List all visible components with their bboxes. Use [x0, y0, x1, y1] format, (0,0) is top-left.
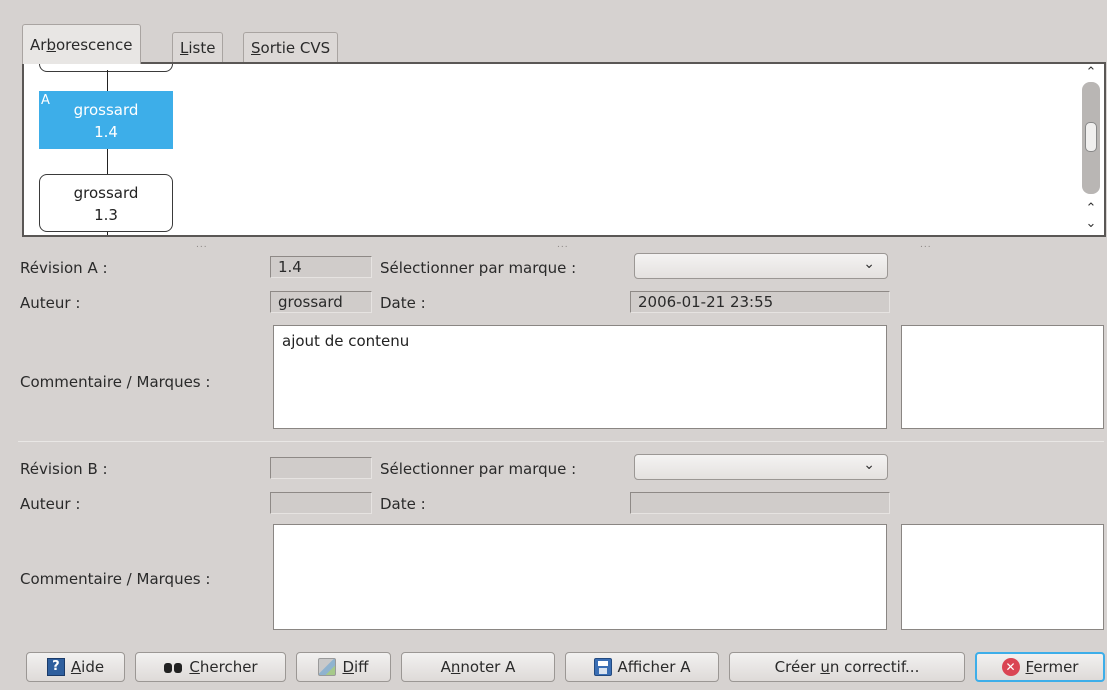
create-patch-button[interactable]: Créer un correctif... [729, 652, 965, 682]
button-label: Annoter A [440, 658, 516, 676]
date-b-label: Date : [380, 495, 426, 513]
author-a-field: grossard [270, 291, 372, 313]
date-b-field [630, 492, 890, 514]
comment-a-label: Commentaire / Marques : [20, 373, 211, 391]
button-label: Chercher [189, 658, 258, 676]
view-button[interactable]: Afficher A [565, 652, 719, 682]
close-button[interactable]: ✕ Fermer [975, 652, 1105, 682]
node-revision: 1.3 [94, 206, 118, 224]
tab-label-mnemonic: S [251, 39, 261, 57]
author-a-label: Auteur : [20, 294, 81, 312]
tab-label-post: orescence [55, 36, 133, 54]
button-label: Diff [342, 658, 369, 676]
comment-b-textarea[interactable] [273, 524, 887, 630]
select-tag-a-label: Sélectionner par marque : [380, 259, 577, 277]
splitter-handle[interactable]: ... [557, 240, 569, 250]
scrollbar-thumb[interactable] [1085, 122, 1097, 152]
diff-button[interactable]: Diff [296, 652, 391, 682]
save-icon [593, 658, 612, 676]
splitter-handle[interactable]: ... [920, 240, 932, 250]
revision-a-field: 1.4 [270, 256, 372, 278]
scroll-up-arrow-icon[interactable]: ⌃ [1084, 66, 1098, 80]
node-revision: 1.4 [94, 123, 118, 141]
node-author: grossard [73, 101, 139, 119]
scroll-up-arrow-icon[interactable]: ⌃ [1084, 202, 1098, 216]
annotate-button[interactable]: Annoter A [401, 652, 555, 682]
button-label: Créer un correctif... [774, 658, 920, 676]
select-tag-b-label: Sélectionner par marque : [380, 460, 577, 478]
tab-liste[interactable]: Liste [172, 32, 224, 63]
help-button[interactable]: ? Aide [26, 652, 125, 682]
diff-icon [318, 658, 337, 676]
binoculars-icon [163, 658, 183, 676]
help-icon: ? [46, 658, 65, 676]
revision-b-field [270, 457, 372, 479]
tab-label-post: iste [188, 39, 216, 57]
comment-b-label: Commentaire / Marques : [20, 570, 211, 588]
tab-label-pre: Ar [30, 36, 47, 54]
splitter-handle[interactable]: ... [196, 240, 208, 250]
search-button[interactable]: Chercher [135, 652, 286, 682]
close-icon: ✕ [1001, 658, 1020, 676]
node-author: grossard [73, 184, 139, 202]
tree-connector [107, 149, 108, 174]
date-a-label: Date : [380, 294, 426, 312]
author-b-field [270, 492, 372, 514]
revision-b-label: Révision B : [20, 460, 108, 478]
revision-a-label: Révision A : [20, 259, 108, 277]
tree-node-selected[interactable]: A grossard 1.4 [39, 91, 173, 149]
chevron-down-icon: ⌄ [863, 256, 875, 272]
author-b-label: Auteur : [20, 495, 81, 513]
select-tag-a-combo[interactable]: ⌄ [634, 253, 888, 279]
tab-sortie-cvs[interactable]: Sortie CVS [243, 32, 339, 63]
comment-a-textarea[interactable]: ajout de contenu [273, 325, 887, 429]
tree-connector [107, 70, 108, 92]
button-label: Fermer [1025, 658, 1079, 676]
select-tag-b-combo[interactable]: ⌄ [634, 454, 888, 480]
tab-arborescence[interactable]: Arborescence [22, 24, 141, 64]
revision-tree-view[interactable]: A grossard 1.4 grossard 1.3 ⌃ ⌃ ⌄ [22, 62, 1106, 237]
scroll-down-arrow-icon[interactable]: ⌄ [1084, 217, 1098, 231]
tree-connector [107, 232, 108, 235]
button-label: Afficher A [617, 658, 691, 676]
revision-marker: A [41, 93, 50, 108]
chevron-down-icon: ⌄ [863, 457, 875, 473]
date-a-field: 2006-01-21 23:55 [630, 291, 890, 313]
tree-node[interactable]: grossard 1.3 [39, 174, 173, 232]
tab-label-mnemonic: b [46, 36, 56, 54]
tab-label-post: ortie CVS [260, 39, 331, 57]
section-separator [18, 441, 1104, 442]
tags-a-textarea[interactable] [901, 325, 1104, 429]
button-label: Aide [70, 658, 105, 676]
tags-b-textarea[interactable] [901, 524, 1104, 630]
